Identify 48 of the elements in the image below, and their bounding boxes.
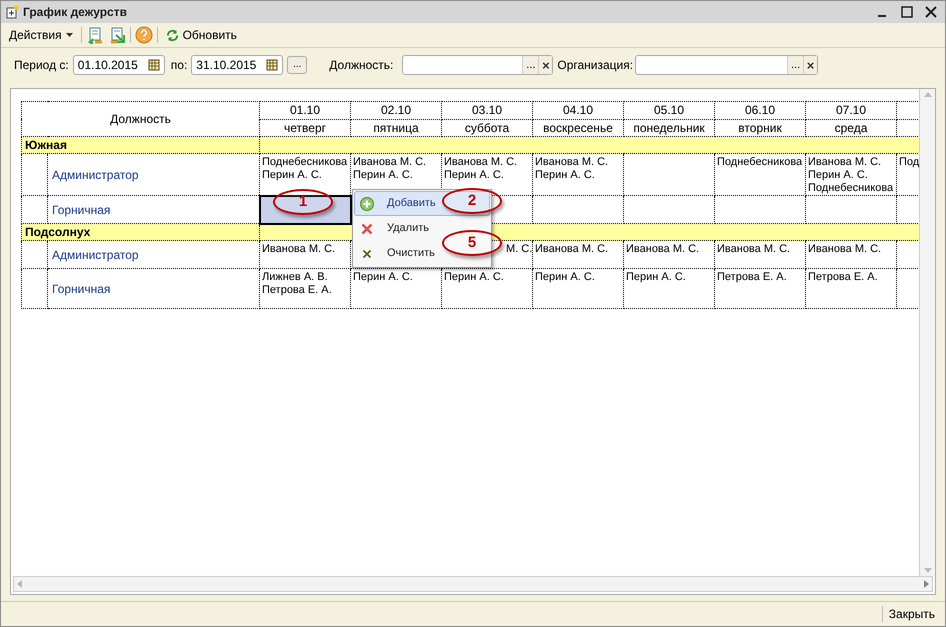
calendar-icon[interactable] <box>148 59 160 71</box>
column-header: 07.10 <box>806 102 896 119</box>
menu-item[interactable]: Удалить <box>354 216 440 241</box>
field-label: Должность: <box>329 57 394 74</box>
caret-icon <box>66 33 73 37</box>
column-header: 03.10 <box>442 102 532 119</box>
field-label: Период с: <box>14 57 69 74</box>
delete-icon <box>361 222 373 234</box>
document-arrow-icon[interactable] <box>86 26 104 44</box>
clear-button[interactable]: × <box>803 56 818 74</box>
clear-icon <box>362 248 372 258</box>
field-label: по: <box>170 57 188 74</box>
document-icon <box>5 5 19 19</box>
date-field[interactable]: 01.10.2015 <box>72 55 165 75</box>
close-icon[interactable] <box>925 6 937 18</box>
callout-marker: 1 <box>273 189 333 215</box>
callout-marker: 2 <box>442 188 502 214</box>
clear-button[interactable]: × <box>538 56 552 74</box>
row-header: Администратор <box>48 154 260 196</box>
actions-menu[interactable]: Действия <box>5 26 77 44</box>
column-header: 05.10 <box>624 102 714 119</box>
plus-icon <box>360 196 374 210</box>
row-header: Горничная <box>48 268 260 308</box>
select-button[interactable]: ... <box>787 56 804 74</box>
select-button[interactable]: ... <box>522 56 538 74</box>
input-field[interactable]: ... × <box>402 55 554 75</box>
row-header: Администратор <box>48 240 260 268</box>
calendar-icon[interactable] <box>266 59 278 71</box>
column-header: 01.10 <box>260 102 350 119</box>
refresh-icon <box>166 28 179 42</box>
date-field[interactable]: 31.10.2015 <box>191 55 284 75</box>
column-header: 04.10 <box>532 102 624 119</box>
callout-marker: 5 <box>442 230 502 256</box>
more-button[interactable]: ... <box>287 56 308 74</box>
column-header: 06.10 <box>714 102 806 119</box>
refresh-button[interactable]: Обновить <box>162 26 241 44</box>
maximize-icon[interactable] <box>901 6 913 18</box>
window-title: График дежурств <box>23 4 127 21</box>
input-field[interactable]: ... × <box>635 55 818 75</box>
close-button[interactable]: Закрыть <box>888 605 935 623</box>
selected-cell[interactable] <box>260 196 350 224</box>
help-icon[interactable] <box>134 26 153 44</box>
field-label: Организация: <box>557 57 634 74</box>
group-cell: Южная <box>22 136 260 154</box>
group-cell: Подсолнух <box>22 224 260 240</box>
scroll-right-icon[interactable] <box>924 580 929 588</box>
column-header: 02.10 <box>350 102 442 119</box>
horizontal-scrollbar[interactable] <box>13 576 933 592</box>
